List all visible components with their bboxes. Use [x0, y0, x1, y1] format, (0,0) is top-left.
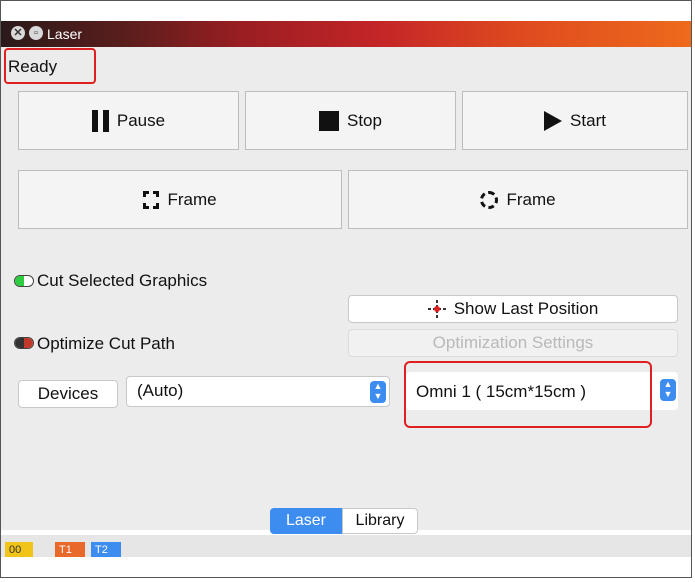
- optimization-settings-button[interactable]: Optimization Settings: [348, 329, 678, 357]
- optimize-toggle[interactable]: [14, 337, 34, 349]
- show-last-position-button[interactable]: Show Last Position: [348, 295, 678, 323]
- pause-icon: [91, 109, 109, 132]
- devices-label: Devices: [37, 384, 99, 403]
- layer-chip-00[interactable]: 00: [5, 542, 33, 557]
- devices-button[interactable]: Devices: [18, 380, 118, 408]
- title-bar: ✕ ▫ Laser: [1, 21, 691, 47]
- crosshair-icon: [427, 300, 446, 318]
- frame-rect-button[interactable]: Frame: [18, 170, 342, 229]
- rectangle-frame-icon: [143, 190, 160, 209]
- frame-rect-label: Frame: [167, 189, 217, 209]
- toggle-off-indicator: [24, 338, 33, 348]
- port-select-chevron-icon: ▲ ▼: [370, 381, 386, 403]
- window-title: Laser: [47, 26, 83, 42]
- toggle-knob: [15, 338, 24, 348]
- optimization-settings-label: Optimization Settings: [432, 333, 594, 352]
- close-icon[interactable]: ✕: [11, 26, 25, 40]
- show-last-position-label: Show Last Position: [453, 299, 599, 318]
- start-button[interactable]: Start: [462, 91, 688, 150]
- start-label: Start: [570, 110, 606, 130]
- stop-icon: [319, 110, 339, 131]
- tab-laser[interactable]: Laser: [270, 508, 342, 534]
- frame-circle-button[interactable]: Frame: [348, 170, 688, 229]
- port-value: (Auto): [137, 381, 184, 400]
- device-model-highlight: [404, 361, 652, 428]
- device-model-chevron-icon[interactable]: ▲ ▼: [660, 379, 676, 401]
- bottom-toolbar: 00 T1 T2: [1, 535, 691, 557]
- cut-selected-toggle[interactable]: [14, 275, 34, 287]
- circle-frame-icon: [480, 190, 499, 209]
- restore-icon[interactable]: ▫: [29, 26, 43, 40]
- cut-selected-label: Cut Selected Graphics: [37, 271, 208, 290]
- layer-chip-t1[interactable]: T1: [55, 542, 85, 557]
- optimize-label: Optimize Cut Path: [37, 334, 175, 353]
- stop-button[interactable]: Stop: [245, 91, 456, 150]
- frame-circle-label: Frame: [506, 189, 556, 209]
- stop-label: Stop: [347, 110, 382, 130]
- tab-library[interactable]: Library: [342, 508, 418, 534]
- port-select[interactable]: (Auto) ▲ ▼: [126, 376, 390, 407]
- layer-chip-t2[interactable]: T2: [91, 542, 121, 557]
- play-icon: [544, 110, 563, 131]
- pause-label: Pause: [116, 110, 166, 130]
- toggle-on-indicator: [15, 276, 24, 286]
- pause-button[interactable]: Pause: [18, 91, 239, 150]
- status-highlight: [4, 48, 96, 84]
